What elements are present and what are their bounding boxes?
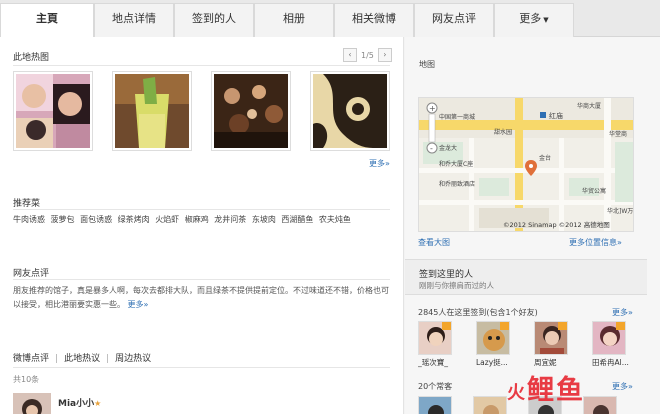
checkin-person[interactable]: Lazy挺... — [476, 321, 516, 368]
photo-thumbnail[interactable] — [310, 71, 390, 151]
hot-photos-title: 此地热图 — [13, 53, 50, 63]
person-name: Lazy挺... — [476, 358, 508, 367]
dish-item[interactable]: 农夫炖鱼 — [319, 215, 351, 224]
tab-local-discussion[interactable]: 此地热议 — [64, 354, 100, 364]
view-large-map-link[interactable]: 查看大图 — [418, 237, 450, 248]
tab-more[interactable]: 更多 ▼ — [494, 3, 574, 37]
next-page-button[interactable]: › — [377, 48, 392, 62]
dish-item[interactable]: 东坡肉 — [252, 215, 276, 224]
svg-text:-: - — [430, 144, 433, 153]
dish-list: 牛肉诱惑 菠萝包 面包诱惑 绿茶烤肉 火焰虾 椒麻鸡 龙井问茶 东坡肉 西湖醋鱼… — [13, 214, 354, 225]
badge-icon — [616, 322, 625, 330]
svg-text:+: + — [429, 104, 436, 113]
checkin-count: 2845人在这里签到(包含1个好友) — [418, 308, 538, 317]
person-name: 周宜妮 — [534, 358, 557, 367]
avatar[interactable] — [476, 321, 510, 355]
dish-item[interactable]: 菠萝包 — [51, 215, 75, 224]
post-count: 共10条 — [13, 375, 40, 384]
map-widget[interactable]: + - 华商大厦 中国第一商城 红庙 华堂商 甜水园 和乔大厦C座 金台 金龙大… — [418, 97, 634, 232]
map-label: 华贸公寓 — [582, 187, 606, 195]
checkin-person[interactable]: 周宜妮 — [534, 321, 574, 368]
avatar[interactable] — [592, 321, 626, 355]
photo-thumbnail[interactable] — [211, 71, 291, 151]
map-label: 红庙 — [549, 111, 563, 120]
weibo-tabs: 微博点评 | 此地热议 | 周边热议 — [13, 354, 152, 364]
review-text: 朋友推荐的馆子，真是暴多人啊，每次去都排大队，而且绿茶不提供提前定位。不过味道还… — [13, 286, 389, 309]
photo-thumbnail[interactable] — [13, 71, 93, 151]
person-name: 田希冉Al... — [592, 358, 629, 367]
tab-bar: 主頁 地点详情 签到的人 相册 相关微博 网友点评 更多 ▼ — [0, 0, 660, 38]
map-label: 华商大厦 — [577, 102, 601, 110]
avatar[interactable] — [418, 321, 452, 355]
tab-location-details[interactable]: 地点详情 — [94, 3, 174, 37]
dish-item[interactable]: 龙井问茶 — [214, 215, 246, 224]
map-label: 华堂商 — [609, 130, 627, 138]
dish-item[interactable]: 面包诱惑 — [80, 215, 112, 224]
reviews-more-link[interactable]: 更多» — [128, 300, 149, 309]
map-label: 和乔丽致酒店 — [439, 180, 475, 188]
tab-weibo-comments[interactable]: 微博点评 — [13, 354, 49, 364]
divider — [13, 209, 390, 210]
checkins-more-link[interactable]: 更多» — [612, 307, 633, 318]
post-username[interactable]: Mia小小★ — [58, 396, 101, 409]
photo-pager: ‹ 1/5 › — [343, 48, 392, 62]
verified-star-icon: ★ — [94, 399, 102, 408]
dish-item[interactable]: 椒麻鸡 — [185, 215, 209, 224]
map-label: 金台 — [539, 154, 551, 162]
avatar[interactable] — [13, 393, 51, 414]
photos-more-link[interactable]: 更多» — [369, 158, 390, 169]
sidebar: 地图 + - 华商大厦 中国第一商城 红庙 华堂商 甜水园 和乔大厦C座 金台 … — [405, 37, 660, 414]
map-copyright: ©2012 Sinamap ©2012 高德地图 — [503, 220, 610, 229]
dish-item[interactable]: 绿茶烤肉 — [118, 215, 150, 224]
tab-nearby-discussion[interactable]: 周边热议 — [115, 354, 151, 364]
photo-thumbnail[interactable] — [112, 71, 192, 151]
regulars-count: 20个常客 — [418, 382, 453, 391]
person-name: _瑶次寶_ — [418, 358, 448, 367]
dish-item[interactable]: 火焰虾 — [155, 215, 179, 224]
map-label: 华北]W万 — [607, 207, 633, 215]
tab-related-weibo[interactable]: 相关微博 — [334, 3, 414, 37]
divider — [13, 65, 390, 66]
avatar[interactable] — [583, 396, 617, 414]
badge-icon — [500, 322, 509, 330]
checkin-person[interactable]: _瑶次寶_ — [418, 321, 458, 368]
dish-item[interactable]: 牛肉诱惑 — [13, 215, 45, 224]
reviews-title: 网友点评 — [13, 269, 50, 279]
main-content: 此地热图 ‹ 1/5 › 更多» 推荐菜 牛肉诱惑 菠萝包 面包诱惑 绿茶烤肉 … — [0, 37, 404, 414]
checkin-person[interactable]: 田希冉Al... — [592, 321, 632, 368]
avatar[interactable] — [418, 396, 452, 414]
watermark-logo: 火鲤鱼 — [507, 375, 585, 406]
tab-home[interactable]: 主頁 — [0, 3, 94, 38]
map-title: 地图 — [419, 60, 435, 69]
more-location-info-link[interactable]: 更多位置信息» — [569, 237, 622, 248]
map-label: 和乔大厦C座 — [439, 160, 473, 168]
tab-reviews[interactable]: 网友点评 — [414, 3, 494, 37]
badge-icon — [442, 322, 451, 330]
avatar[interactable] — [534, 321, 568, 355]
map-label: 中国第一商城 — [439, 113, 475, 121]
tab-album[interactable]: 相册 — [254, 3, 334, 37]
regulars-more-link[interactable]: 更多» — [612, 381, 633, 392]
prev-page-button[interactable]: ‹ — [343, 48, 357, 62]
dish-item[interactable]: 西湖醋鱼 — [281, 215, 313, 224]
checkin-title: 签到这里的人 — [419, 270, 474, 280]
tab-checkins[interactable]: 签到的人 — [174, 3, 254, 37]
checkin-subtitle: 刚刚与你擦肩而过的人 — [419, 281, 494, 290]
badge-icon — [558, 322, 567, 330]
map-label: 金龙大 — [439, 144, 457, 152]
recommended-dishes-title: 推荐菜 — [13, 199, 41, 209]
page-number: 1/5 — [361, 50, 374, 60]
checkin-header: 签到这里的人 刚刚与你擦肩而过的人 — [405, 259, 647, 295]
map-label: 甜水园 — [494, 128, 512, 136]
divider — [13, 367, 390, 368]
chevron-down-icon: ▼ — [543, 16, 549, 24]
divider — [13, 279, 390, 280]
avatar[interactable] — [473, 396, 507, 414]
